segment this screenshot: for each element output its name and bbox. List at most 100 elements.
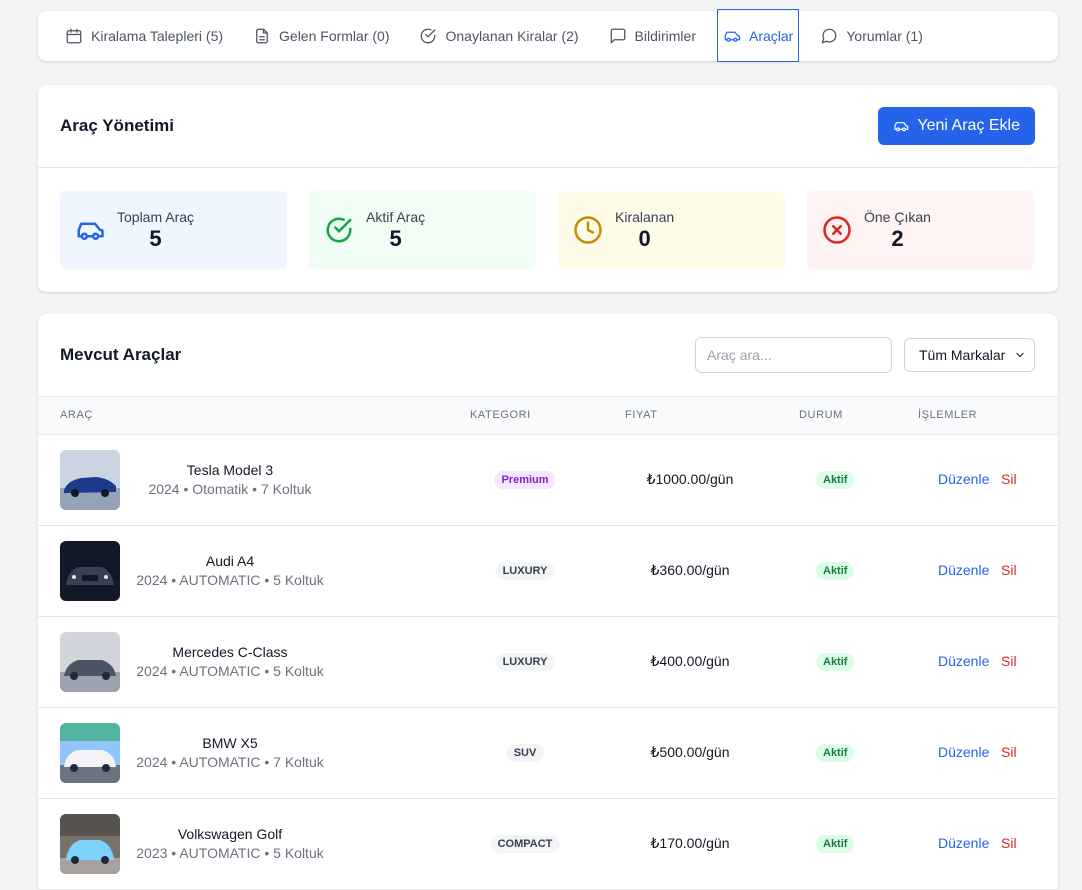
column-header-price: FIYAT: [625, 409, 658, 421]
tab-rental-requests[interactable]: Kiralama Talepleri (5): [56, 11, 232, 61]
check-circle-icon: [419, 27, 437, 45]
car-photo: [60, 814, 120, 874]
chevron-down-icon: [1016, 352, 1024, 358]
status-badge: Aktif: [816, 471, 855, 489]
tab-label: Kiralama Talepleri (5): [91, 28, 224, 44]
price: ₺170.00/gün: [650, 835, 730, 851]
status-badge: Aktif: [816, 835, 855, 853]
stat-rented: Kiralanan 0: [558, 191, 785, 269]
category-badge: LUXURY: [495, 562, 555, 580]
price: ₺500.00/gün: [650, 744, 730, 760]
tab-vehicles[interactable]: Araçlar: [717, 9, 800, 62]
car-meta: 2024 • Otomatik • 7 Koltuk: [148, 481, 312, 497]
tab-label: Gelen Formlar (0): [279, 28, 390, 44]
car-photo: [60, 541, 120, 601]
stat-label: Öne Çıkan: [864, 208, 931, 225]
tab-approved-rentals[interactable]: Onaylanan Kiralar (2): [410, 11, 587, 61]
category-badge: Premium: [494, 471, 556, 489]
delete-button[interactable]: Sil: [1001, 835, 1017, 851]
stat-label: Aktif Araç: [366, 208, 426, 225]
column-header-vehicle: ARAÇ: [60, 409, 93, 421]
category-badge: SUV: [506, 744, 544, 762]
car-name: Audi A4: [205, 553, 255, 569]
price: ₺1000.00/gün: [646, 471, 734, 487]
category-badge: LUXURY: [495, 653, 555, 671]
tab-label: Yorumlar (1): [846, 28, 923, 44]
brand-filter-select[interactable]: Tüm Markalar: [904, 338, 1035, 372]
car-icon: [893, 118, 909, 134]
table-header: ARAÇ KATEGORI FIYAT DURUM İŞLEMLER: [38, 396, 1058, 435]
clock-icon: [573, 215, 603, 245]
table-row: Tesla Model 3 2024 • Otomatik • 7 Koltuk…: [38, 435, 1058, 526]
column-header-category: KATEGORI: [470, 409, 531, 421]
document-icon: [253, 27, 271, 45]
brand-filter-value: Tüm Markalar: [919, 347, 1006, 363]
vehicle-management-panel: Araç Yönetimi Yeni Araç Ekle Toplam Araç…: [38, 85, 1058, 292]
car-meta: 2024 • AUTOMATIC • 7 Koltuk: [136, 754, 324, 770]
message-square-icon: [609, 27, 627, 45]
tab-label: Onaylanan Kiralar (2): [445, 28, 579, 44]
vehicle-search-input[interactable]: [695, 337, 892, 373]
stat-value: 5: [389, 225, 402, 251]
stats-row: Toplam Araç 5 Aktif Araç 5 Kiralanan 0 Ö…: [38, 168, 1058, 269]
edit-button[interactable]: Düzenle: [938, 653, 989, 669]
delete-button[interactable]: Sil: [1001, 744, 1017, 760]
vehicle-list-panel: Mevcut Araçlar Tüm Markalar ARAÇ KATEGOR…: [38, 314, 1058, 890]
calendar-icon: [65, 27, 83, 45]
stat-label: Toplam Araç: [117, 208, 195, 225]
car-meta: 2024 • AUTOMATIC • 5 Koltuk: [136, 572, 324, 588]
stat-value: 5: [149, 225, 162, 251]
category-badge: COMPACT: [490, 835, 560, 853]
status-badge: Aktif: [816, 562, 855, 580]
stat-total: Toplam Araç 5: [60, 191, 287, 269]
car-meta: 2023 • AUTOMATIC • 5 Koltuk: [136, 845, 324, 861]
table-row: Mercedes C-Class 2024 • AUTOMATIC • 5 Ko…: [38, 617, 1058, 708]
car-name: Mercedes C-Class: [172, 644, 288, 660]
car-meta: 2024 • AUTOMATIC • 5 Koltuk: [136, 663, 324, 679]
stat-value: 0: [638, 225, 651, 251]
edit-button[interactable]: Düzenle: [938, 471, 989, 487]
car-name: Volkswagen Golf: [177, 826, 283, 842]
tab-bar: Kiralama Talepleri (5) Gelen Formlar (0)…: [38, 9, 1058, 62]
list-title: Mevcut Araçlar: [60, 345, 182, 364]
panel-header: Araç Yönetimi Yeni Araç Ekle: [38, 85, 1058, 168]
table-row: BMW X5 2024 • AUTOMATIC • 7 Koltuk SUV ₺…: [38, 708, 1058, 799]
price: ₺400.00/gün: [650, 653, 730, 669]
car-photo: [60, 450, 120, 510]
edit-button[interactable]: Düzenle: [938, 744, 989, 760]
edit-button[interactable]: Düzenle: [938, 562, 989, 578]
delete-button[interactable]: Sil: [1001, 562, 1017, 578]
car-icon: [723, 27, 741, 45]
delete-button[interactable]: Sil: [1001, 471, 1017, 487]
status-badge: Aktif: [816, 653, 855, 671]
edit-button[interactable]: Düzenle: [938, 835, 989, 851]
car-photo: [60, 632, 120, 692]
column-header-actions: İŞLEMLER: [918, 409, 978, 421]
table-row: Volkswagen Golf 2023 • AUTOMATIC • 5 Kol…: [38, 799, 1058, 890]
add-vehicle-label: Yeni Araç Ekle: [917, 117, 1020, 134]
price: ₺360.00/gün: [650, 562, 730, 578]
table-row: Audi A4 2024 • AUTOMATIC • 5 Koltuk LUXU…: [38, 526, 1058, 617]
car-photo: [60, 723, 120, 783]
page-title: Araç Yönetimi: [60, 116, 175, 135]
status-badge: Aktif: [816, 744, 855, 762]
column-header-status: DURUM: [799, 409, 843, 421]
list-header: Mevcut Araçlar Tüm Markalar: [38, 314, 1058, 396]
stat-featured: Öne Çıkan 2: [807, 191, 1034, 269]
tab-label: Araçlar: [749, 27, 794, 44]
check-circle-icon: [324, 215, 354, 245]
car-name: Tesla Model 3: [186, 462, 274, 478]
delete-button[interactable]: Sil: [1001, 653, 1017, 669]
tab-notifications[interactable]: Bildirimler: [600, 11, 705, 61]
car-icon: [75, 215, 105, 245]
filters: Tüm Markalar: [695, 337, 1035, 373]
tab-reviews[interactable]: Yorumlar (1): [811, 11, 932, 61]
tab-label: Bildirimler: [634, 28, 696, 44]
tab-incoming-forms[interactable]: Gelen Formlar (0): [244, 11, 398, 61]
x-circle-icon: [822, 215, 852, 245]
stat-value: 2: [891, 225, 904, 251]
stat-label: Kiralanan: [615, 208, 675, 225]
message-circle-icon: [820, 27, 838, 45]
stat-active: Aktif Araç 5: [309, 191, 536, 269]
add-vehicle-button[interactable]: Yeni Araç Ekle: [878, 107, 1035, 145]
